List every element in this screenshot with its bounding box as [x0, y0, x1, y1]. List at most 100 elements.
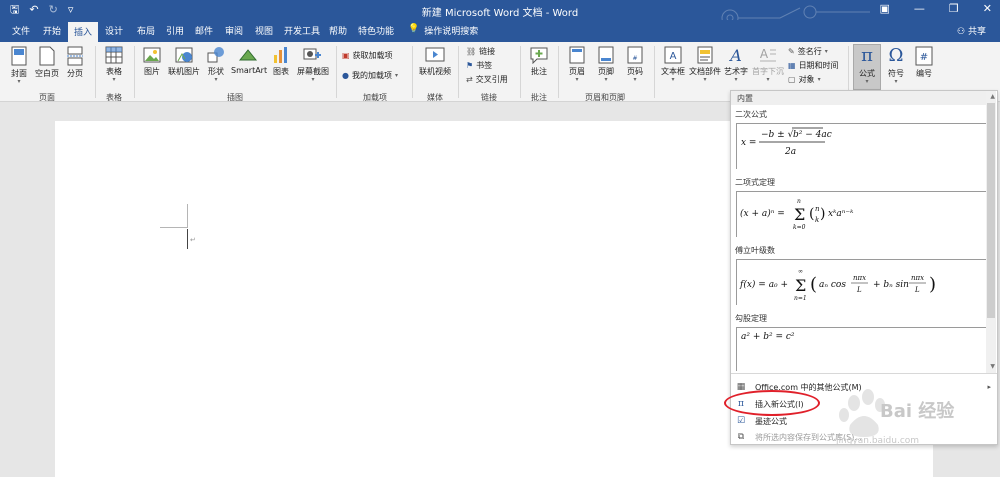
numbering-button[interactable]: # 编号 — [912, 46, 936, 79]
equation-item-binomial[interactable]: (x + a)ⁿ = Σ n k=0 ( n k ) xᵏaⁿ⁻ᵏ — [736, 191, 986, 237]
my-addins-button[interactable]: ● 我的加载项 ▾ — [342, 70, 398, 81]
tab-mailings[interactable]: 邮件 — [195, 24, 213, 37]
quick-parts-button[interactable]: 文档部件 ▾ — [689, 46, 721, 83]
shapes-icon — [207, 47, 224, 63]
blank-page-button[interactable]: 空白页 — [34, 46, 60, 79]
screenshot-button[interactable]: 屏幕截图 ▾ — [296, 46, 330, 83]
ribbon-display-icon[interactable]: ▣ — [880, 2, 890, 15]
object-icon: ▢ — [788, 75, 796, 84]
chart-button[interactable]: 图表 — [270, 46, 292, 77]
group-separator — [336, 46, 337, 98]
page-number-button[interactable]: # 页码 ▾ — [622, 46, 648, 83]
svg-text:(: ( — [809, 206, 814, 222]
smartart-button[interactable]: SmartArt — [231, 46, 267, 75]
svg-text:+ bₙ sin: + bₙ sin — [873, 280, 909, 290]
tab-help[interactable]: 帮助 — [329, 24, 347, 37]
smartart-icon — [238, 49, 258, 61]
equation-item-fourier[interactable]: f(x) = a₀ + Σ ∞ n=1 ( aₙ cos nπx L + bₙ … — [736, 259, 986, 305]
online-picture-icon — [175, 47, 193, 63]
textbox-button[interactable]: A 文本框 ▾ — [660, 46, 686, 83]
blank-page-icon — [39, 46, 55, 66]
svg-text:∞: ∞ — [798, 268, 803, 275]
share-button[interactable]: ⚇ 共享 — [957, 24, 986, 37]
office-online-icon: ▦ — [736, 382, 746, 392]
calendar-icon: ▦ — [788, 61, 796, 70]
svg-text:A: A — [760, 47, 769, 61]
online-picture-button[interactable]: 联机图片 — [167, 46, 201, 77]
header-button[interactable]: 页眉 ▾ — [564, 46, 590, 83]
footer-icon — [598, 46, 614, 64]
close-icon[interactable]: ✕ — [983, 2, 992, 15]
table-button[interactable]: 表格 ▾ — [102, 46, 126, 83]
comment-button[interactable]: 批注 — [526, 46, 552, 77]
online-video-button[interactable]: 联机视频 — [418, 46, 452, 77]
page-break-button[interactable]: 分页 — [64, 46, 86, 79]
restore-icon[interactable]: ❐ — [949, 2, 959, 15]
screenshot-icon — [303, 48, 321, 60]
shapes-button[interactable]: 形状 ▾ — [205, 46, 227, 83]
group-separator — [95, 46, 96, 98]
bookmark-button[interactable]: ⚑ 书签 — [466, 60, 492, 71]
get-addins-button[interactable]: ▣ 获取加载项 — [342, 50, 393, 61]
svg-text:(x + a)ⁿ =: (x + a)ⁿ = — [740, 208, 785, 219]
picture-button[interactable]: 图片 — [140, 46, 164, 77]
scroll-down-icon[interactable]: ▼ — [990, 363, 995, 370]
svg-text:#: # — [632, 55, 637, 62]
tab-references[interactable]: 引用 — [166, 24, 184, 37]
paragraph-mark-icon: ↵ — [190, 236, 196, 244]
tab-special-features[interactable]: 特色功能 — [358, 24, 394, 37]
addin-icon: ● — [342, 71, 349, 80]
tab-layout[interactable]: 布局 — [137, 24, 155, 37]
svg-text:f(x) = a₀ +: f(x) = a₀ + — [739, 279, 788, 290]
equation-item-pythagorean[interactable]: a² + b² = c² — [736, 327, 986, 371]
dropcap-button[interactable]: A 首字下沉 ▾ — [752, 46, 784, 83]
svg-text:A: A — [728, 46, 742, 64]
table-icon — [105, 46, 123, 64]
tab-home[interactable]: 开始 — [43, 24, 61, 37]
link-button[interactable]: ⛓ 链接 — [466, 46, 495, 57]
fourier-series-render: f(x) = a₀ + Σ ∞ n=1 ( aₙ cos nπx L + bₙ … — [739, 268, 936, 302]
tab-developer[interactable]: 开发工具 — [284, 24, 320, 37]
tell-me-search[interactable]: 💡 操作说明搜索 — [408, 24, 478, 37]
svg-text:nπx: nπx — [911, 274, 924, 282]
scroll-up-icon[interactable]: ▲ — [990, 93, 995, 100]
cover-page-button[interactable]: 封面 ▾ — [8, 46, 30, 85]
svg-text:k: k — [815, 216, 819, 224]
cross-reference-button[interactable]: ⇄ 交叉引用 — [466, 74, 508, 85]
wordart-button[interactable]: A 艺术字 ▾ — [723, 46, 749, 83]
tab-insert[interactable]: 插入 — [68, 22, 99, 42]
equation-button[interactable]: π 公式 ▾ — [854, 46, 880, 85]
tab-review[interactable]: 审阅 — [225, 24, 243, 37]
symbol-button[interactable]: Ω 符号 ▾ — [884, 46, 908, 85]
object-button[interactable]: ▢ 对象 ▾ — [788, 74, 821, 85]
header-icon — [569, 46, 585, 64]
gallery-scroll-thumb[interactable] — [987, 103, 995, 318]
svg-text:): ) — [929, 274, 936, 295]
date-time-button[interactable]: ▦ 日期和时间 — [788, 60, 839, 71]
share-label: 共享 — [967, 27, 986, 37]
footer-button[interactable]: 页脚 ▾ — [593, 46, 619, 83]
group-separator — [558, 46, 559, 98]
svg-text:L: L — [914, 286, 920, 294]
number-sign-icon: # — [915, 46, 933, 66]
dropcap-icon: A — [760, 47, 776, 62]
equation-title-quadratic: 二次公式 — [735, 110, 767, 119]
group-separator — [134, 46, 135, 98]
tab-view[interactable]: 视图 — [255, 24, 273, 37]
quadratic-formula-render: x = −b ± √ b² − 4ac 2a — [741, 127, 832, 157]
tab-file[interactable]: 文件 — [12, 24, 30, 37]
signature-line-button[interactable]: ✎ 签名行 ▾ — [788, 46, 828, 57]
picture-icon — [143, 47, 161, 63]
group-separator — [458, 46, 459, 98]
page-number-icon: # — [627, 46, 643, 64]
tab-design[interactable]: 设计 — [105, 24, 123, 37]
textbox-icon: A — [664, 46, 682, 64]
pythagorean-formula-render: a² + b² = c² — [741, 332, 795, 342]
svg-text:k=0: k=0 — [793, 224, 806, 231]
annotation-ellipse — [724, 390, 820, 416]
svg-text:L: L — [856, 286, 862, 294]
minimize-icon[interactable]: — — [914, 2, 925, 15]
equation-item-quadratic[interactable]: x = −b ± √ b² − 4ac 2a — [736, 123, 986, 169]
svg-text:Σ: Σ — [794, 205, 805, 224]
omega-icon: Ω — [888, 45, 904, 66]
